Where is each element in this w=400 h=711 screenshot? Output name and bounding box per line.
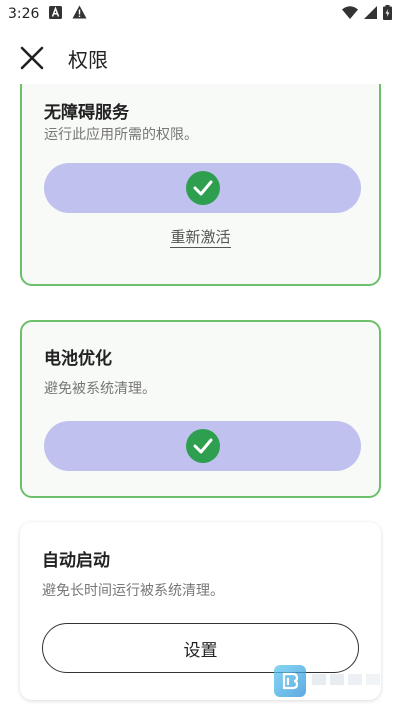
accessibility-card: 无障碍服务 运行此应用所需的权限。 重新激活 bbox=[20, 84, 381, 286]
permissions-list[interactable]: 无障碍服务 运行此应用所需的权限。 重新激活 电池优化 避免被系统清理。 自动启… bbox=[0, 84, 400, 711]
status-time: 3:26 bbox=[8, 6, 40, 22]
watermark bbox=[274, 664, 400, 698]
autostart-description: 避免长时间运行被系统清理。 bbox=[42, 583, 224, 599]
reactivate-link-container: 重新激活 bbox=[22, 226, 379, 248]
accessibility-description: 运行此应用所需的权限。 bbox=[44, 127, 198, 143]
check-icon bbox=[193, 438, 212, 454]
accessibility-title: 无障碍服务 bbox=[44, 103, 129, 123]
check-icon bbox=[193, 180, 212, 196]
close-button[interactable] bbox=[18, 44, 46, 72]
autostart-title: 自动启动 bbox=[42, 551, 110, 571]
wifi-icon bbox=[342, 5, 358, 23]
battery-title: 电池优化 bbox=[44, 349, 112, 369]
watermark-text bbox=[312, 671, 382, 691]
warning-icon bbox=[72, 5, 87, 23]
reactivate-link[interactable]: 重新激活 bbox=[170, 228, 231, 248]
page-title: 权限 bbox=[68, 47, 108, 72]
battery-card: 电池优化 避免被系统清理。 bbox=[20, 320, 381, 498]
app-bar: 权限 bbox=[0, 34, 400, 82]
battery-icon bbox=[383, 4, 392, 24]
signal-icon bbox=[364, 5, 377, 23]
battery-check bbox=[185, 429, 220, 463]
battery-status-pill bbox=[44, 421, 361, 471]
accessibility-check bbox=[185, 171, 220, 205]
status-bar: 3:26 bbox=[0, 0, 400, 28]
accessibility-status-pill bbox=[44, 163, 361, 213]
notification-a-icon bbox=[49, 5, 63, 23]
close-icon bbox=[20, 46, 44, 70]
battery-description: 避免被系统清理。 bbox=[44, 381, 156, 397]
watermark-logo-icon bbox=[274, 665, 306, 697]
